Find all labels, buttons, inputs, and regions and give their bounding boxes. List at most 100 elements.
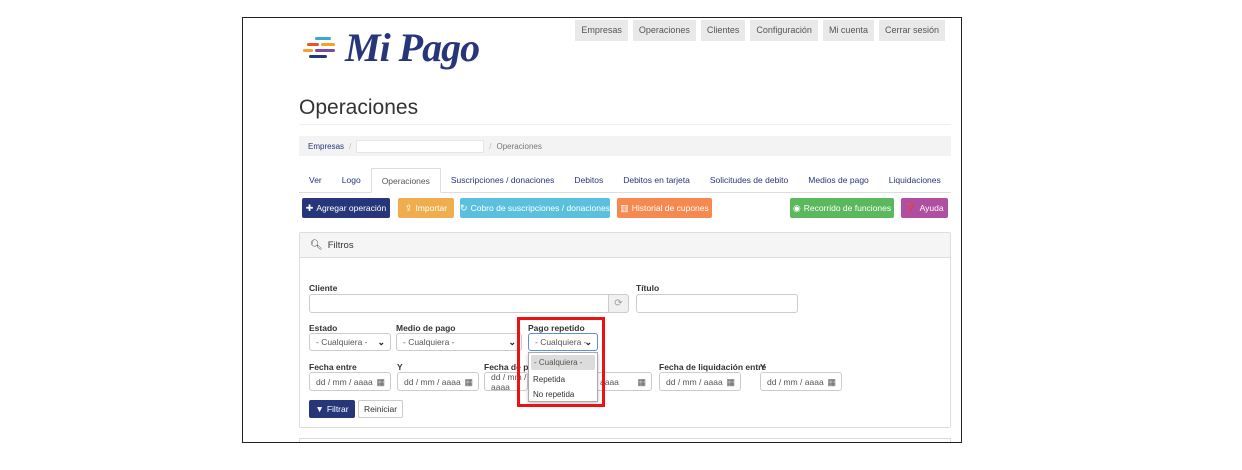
breadcrumb: Empresas / / Operaciones: [299, 136, 951, 156]
cliente-refresh-button[interactable]: ⟳: [608, 294, 629, 313]
medio-pago-label: Medio de pago: [396, 323, 456, 333]
chevron-down-icon: ⌄: [377, 337, 385, 347]
search-icon: 🔍︎: [310, 239, 323, 251]
breadcrumb-separator: /: [349, 141, 352, 151]
breadcrumb-empresas[interactable]: Empresas: [308, 142, 344, 151]
section-tabs: Ver Logo Operaciones Suscripciones / don…: [299, 168, 951, 193]
page-title: Operaciones: [299, 96, 419, 119]
fecha-liquidacion-desde-input[interactable]: dd / mm / aaaa ▦: [659, 372, 741, 391]
globe-icon: ◉: [792, 202, 801, 213]
tab-liquidaciones[interactable]: Liquidaciones: [879, 168, 951, 192]
dropdown-option-no-repetida[interactable]: No repetida: [529, 387, 597, 402]
calendar-icon: ▦: [827, 377, 836, 387]
calendar-icon: ▦: [376, 377, 385, 387]
estado-select[interactable]: - Cualquiera - ⌄: [309, 333, 391, 351]
tab-solicitudes-debito[interactable]: Solicitudes de debito: [700, 168, 798, 192]
fecha-entre-input[interactable]: dd / mm / aaaa ▦: [309, 372, 391, 391]
calendar-icon: ▦: [637, 377, 646, 387]
nav-operaciones[interactable]: Operaciones: [632, 20, 696, 41]
nav-clientes[interactable]: Clientes: [700, 20, 746, 41]
mi-pago-logo[interactable]: Mi Pago: [303, 25, 480, 70]
titulo-label: Título: [636, 283, 660, 293]
filters-panel-heading: 🔍︎ Filtros: [300, 233, 950, 258]
fecha-pago-desde-input[interactable]: dd / mm / aaaa: [484, 371, 528, 392]
filtrar-label: Filtrar: [326, 404, 349, 414]
results-panel-edge: [299, 438, 951, 442]
fecha-liquidacion-hasta-placeholder: dd / mm / aaaa: [767, 376, 824, 387]
dropdown-option-cualquiera[interactable]: - Cualquiera -: [531, 355, 595, 370]
fecha-entre-label: Fecha entre: [309, 362, 357, 372]
filters-panel: 🔍︎ Filtros Cliente ⟳ Título Estado - Cua…: [299, 232, 951, 428]
pago-repetido-select-value: - Cualquiera -: [535, 337, 587, 347]
nav-cerrar-sesion[interactable]: Cerrar sesión: [878, 20, 945, 41]
fecha-hasta-input[interactable]: dd / mm / aaaa ▦: [397, 372, 479, 391]
filtrar-button[interactable]: ▼ Filtrar: [309, 400, 355, 418]
historial-cupones-label: Historial de cupones: [631, 203, 709, 213]
question-icon: ❓: [905, 202, 917, 213]
filters-title: Filtros: [327, 239, 354, 251]
upload-icon: ⇪: [404, 202, 413, 213]
tab-logo[interactable]: Logo: [332, 168, 371, 192]
tab-suscripciones[interactable]: Suscripciones / donaciones: [441, 168, 564, 192]
medio-pago-select[interactable]: - Cualquiera - ⌄: [396, 333, 522, 351]
screenshot-frame: Mi Pago Empresas Operaciones Clientes Co…: [242, 17, 962, 443]
tab-debitos-tarjeta[interactable]: Debitos en tarjeta: [613, 168, 700, 192]
importar-button[interactable]: ⇪ Importar: [398, 198, 454, 218]
fecha-y-label: Y: [397, 362, 403, 372]
agregar-operacion-button[interactable]: ✚ Agregar operación: [302, 198, 390, 218]
historial-cupones-button[interactable]: ▥ Historial de cupones: [617, 198, 712, 218]
ayuda-button[interactable]: ❓ Ayuda: [901, 198, 948, 218]
fecha-liquidacion-y-label: Y: [760, 362, 766, 372]
fecha-pago-label: Fecha de pa: [484, 362, 534, 372]
top-navigation: Empresas Operaciones Clientes Configurac…: [575, 20, 945, 41]
fecha-pago-hasta-input[interactable]: aaaa ▦: [598, 372, 652, 391]
cobro-suscripciones-button[interactable]: ↻ Cobro de suscripciones / donaciones: [460, 198, 610, 218]
pago-repetido-select[interactable]: - Cualquiera - ⌄: [528, 333, 598, 351]
importar-label: Importar: [415, 203, 448, 213]
action-toolbar: ✚ Agregar operación ⇪ Importar ↻ Cobro d…: [302, 198, 948, 218]
cliente-label: Cliente: [309, 283, 338, 293]
breadcrumb-current: Operaciones: [496, 141, 542, 151]
agregar-operacion-label: Agregar operación: [316, 203, 387, 213]
tab-medios-pago[interactable]: Medios de pago: [798, 168, 879, 192]
estado-label: Estado: [309, 323, 338, 333]
plus-icon: ✚: [305, 202, 314, 213]
fecha-liquidacion-desde-placeholder: dd / mm / aaaa: [666, 376, 723, 387]
estado-select-value: - Cualquiera -: [316, 337, 368, 347]
page-container: Mi Pago Empresas Operaciones Clientes Co…: [299, 18, 951, 442]
title-divider: [299, 124, 951, 125]
cliente-input[interactable]: [309, 294, 609, 313]
dropdown-option-repetida[interactable]: Repetida: [529, 372, 597, 387]
tab-operaciones[interactable]: Operaciones: [370, 168, 441, 193]
fecha-pago-hasta-placeholder: aaaa: [600, 376, 619, 387]
tab-debitos[interactable]: Debitos: [564, 168, 613, 192]
cobro-suscripciones-label: Cobro de suscripciones / donaciones: [470, 203, 610, 213]
reiniciar-button[interactable]: Reiniciar: [358, 400, 403, 418]
titulo-input[interactable]: [636, 294, 798, 313]
fecha-hasta-placeholder: dd / mm / aaaa: [404, 376, 461, 387]
calendar-icon: ▦: [464, 377, 473, 387]
nav-empresas[interactable]: Empresas: [575, 20, 628, 41]
fecha-pago-desde-placeholder: dd / mm / aaaa: [491, 371, 527, 392]
refresh-icon: ↻: [460, 202, 468, 213]
chevron-down-icon: ⌄: [508, 337, 516, 347]
logo-lines-icon: [303, 33, 343, 63]
calendar-icon: ▦: [726, 377, 735, 387]
pago-repetido-label: Pago repetido: [528, 323, 585, 333]
breadcrumb-separator: /: [489, 141, 492, 151]
barcode-icon: ▥: [620, 202, 629, 213]
recorrido-funciones-button[interactable]: ◉ Recorrido de funciones: [790, 198, 894, 218]
fecha-liquidacion-hasta-input[interactable]: dd / mm / aaaa ▦: [760, 372, 842, 391]
tab-ver[interactable]: Ver: [299, 168, 332, 192]
nav-mi-cuenta[interactable]: Mi cuenta: [822, 20, 874, 41]
medio-pago-select-value: - Cualquiera -: [403, 337, 455, 347]
fecha-liquidacion-label: Fecha de liquidación entre: [659, 362, 767, 372]
fecha-entre-placeholder: dd / mm / aaaa: [316, 376, 373, 387]
filter-icon: ▼: [315, 404, 324, 414]
nav-configuracion[interactable]: Configuración: [750, 20, 818, 41]
pago-repetido-dropdown: - Cualquiera - Repetida No repetida: [528, 352, 598, 402]
recorrido-funciones-label: Recorrido de funciones: [803, 203, 892, 213]
breadcrumb-company-redacted[interactable]: [356, 139, 485, 153]
chevron-down-icon: ⌄: [584, 337, 592, 347]
logo-text: Mi Pago: [345, 25, 480, 70]
